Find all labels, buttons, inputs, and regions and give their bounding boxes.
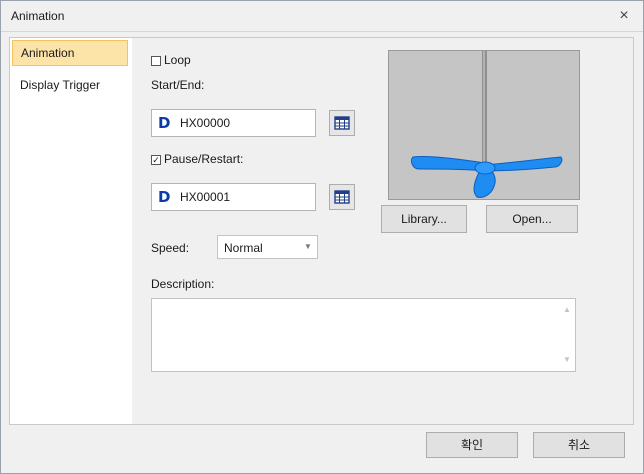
tag-browse-icon [334,116,350,130]
sidebar-item-display-trigger[interactable]: Display Trigger [12,72,128,98]
ok-button[interactable]: 확인 [426,432,518,458]
open-button[interactable]: Open... [486,205,578,233]
description-textarea[interactable]: ▲ ▼ [151,298,576,372]
animation-preview [388,50,580,200]
sidebar-item-animation[interactable]: Animation [12,40,128,66]
pause-restart-address-value: HX00001 [180,190,231,204]
library-button-label: Library... [401,212,447,226]
loop-label-text: Loop [164,53,191,67]
speed-select-value: Normal [224,241,263,255]
start-end-tag-browse-button[interactable] [329,110,355,136]
library-button[interactable]: Library... [381,205,467,233]
chevron-down-icon: ▼ [304,242,312,251]
pause-restart-checkbox[interactable]: ✓ [151,155,161,165]
start-end-address-value: HX00000 [180,116,231,130]
window-title: Animation [11,9,65,23]
loop-label: Loop [164,53,191,67]
open-button-label: Open... [512,212,552,226]
title-bar: Animation × [1,1,643,32]
pause-restart-address-field[interactable]: D HX00001 [151,183,316,211]
description-label: Description: [151,277,215,291]
scroll-down-icon[interactable]: ▼ [563,355,571,364]
sidebar: Animation Display Trigger [9,37,133,425]
speed-select[interactable]: Normal ▼ [217,235,318,259]
animation-panel: Loop Start/End: D HX00000 ✓ Pause/Restar… [132,37,634,425]
sidebar-item-label: Display Trigger [20,78,101,92]
cancel-button[interactable]: 취소 [533,432,625,458]
pause-restart-label: Pause/Restart: [164,152,244,166]
device-type-d-icon: D [158,114,171,132]
scroll-up-icon[interactable]: ▲ [563,305,571,314]
pause-restart-tag-browse-button[interactable] [329,184,355,210]
loop-checkbox[interactable] [151,56,161,66]
ok-button-label: 확인 [460,438,484,452]
description-scrollbar[interactable]: ▲ ▼ [559,299,575,371]
start-end-address-field[interactable]: D HX00000 [151,109,316,137]
close-icon[interactable]: × [613,5,635,27]
device-type-d-icon: D [158,188,171,206]
animation-dialog: Animation × Animation Display Trigger Lo… [0,0,644,474]
start-end-label: Start/End: [151,78,205,92]
speed-label: Speed: [151,241,190,255]
propeller-image [410,51,563,198]
tag-browse-icon [334,190,350,204]
cancel-button-label: 취소 [567,438,591,452]
sidebar-item-label: Animation [21,46,75,60]
